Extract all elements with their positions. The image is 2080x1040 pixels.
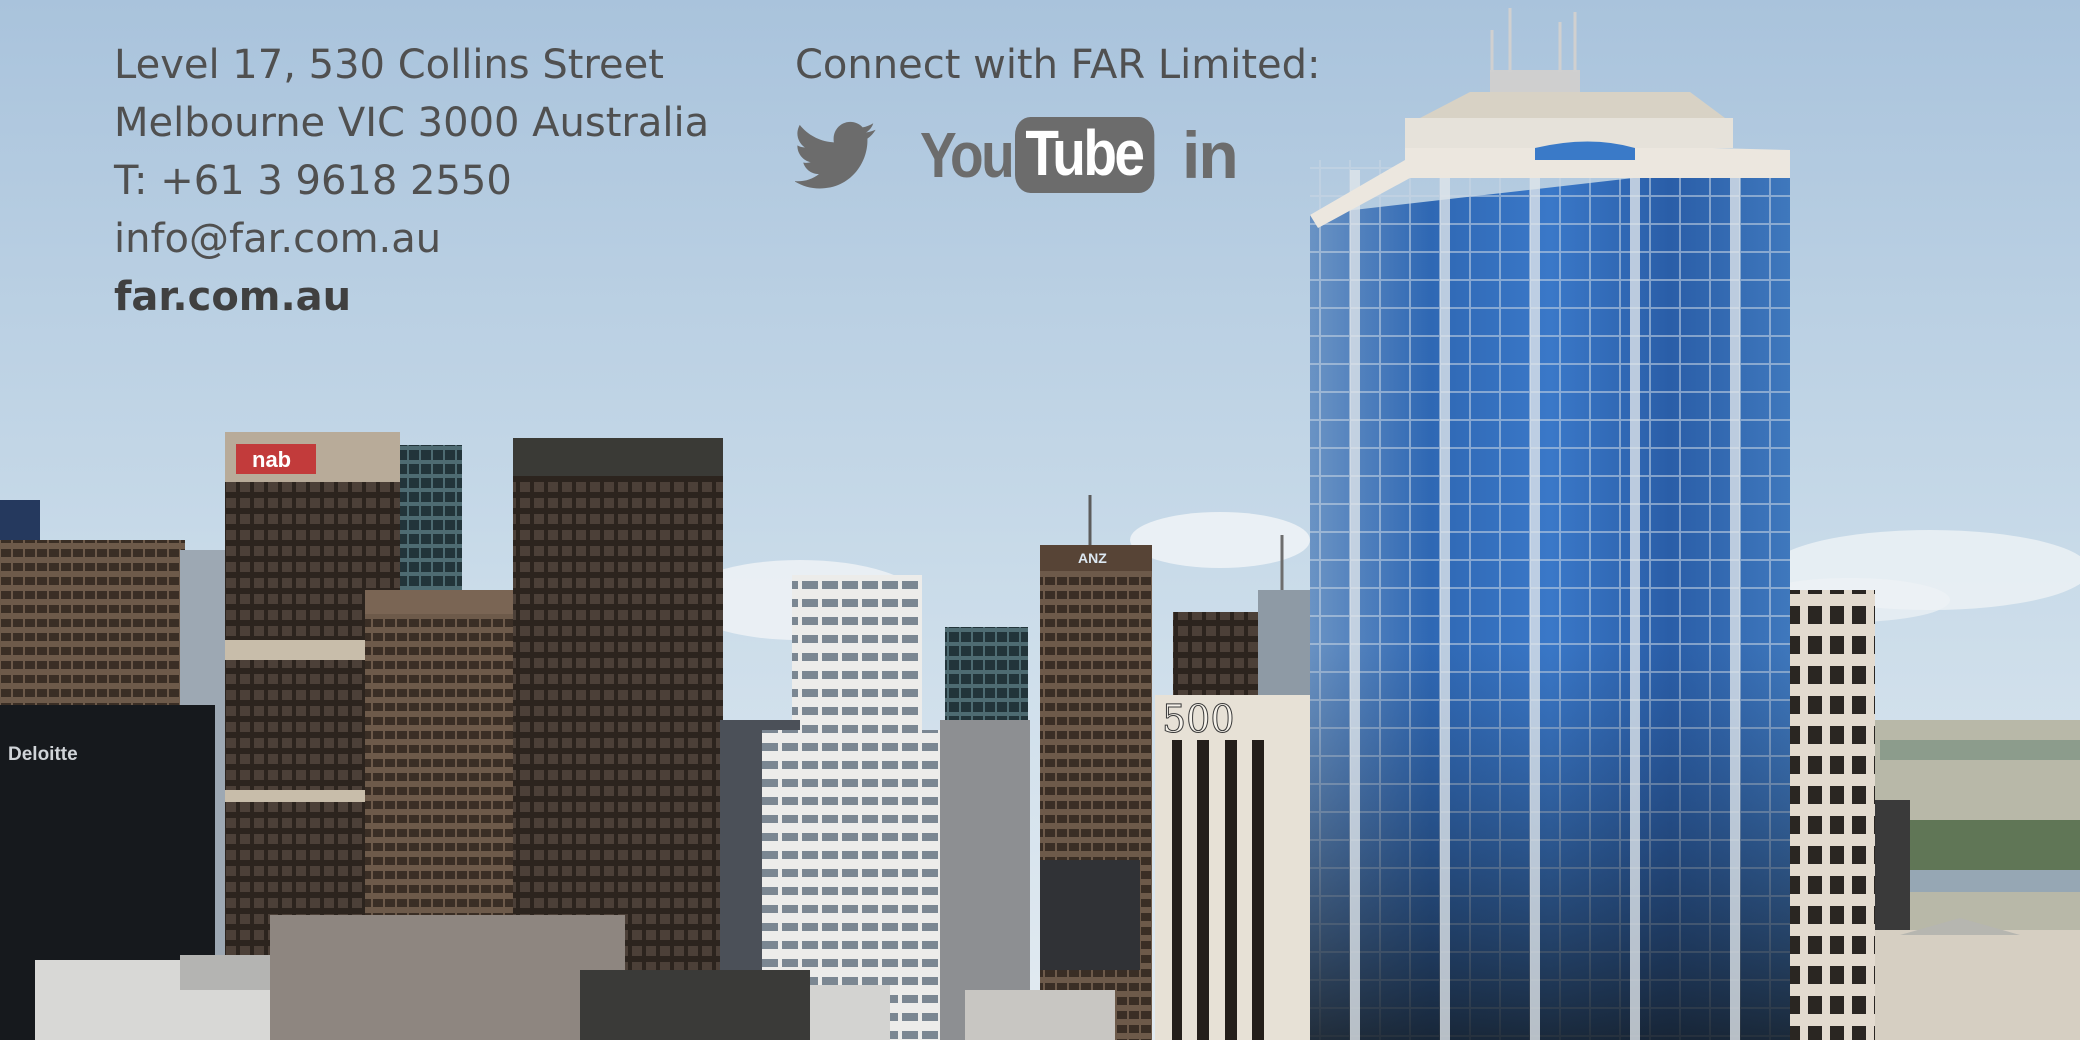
500-sign: 500	[1162, 697, 1235, 741]
address-line-1: Level 17, 530 Collins Street	[114, 42, 664, 88]
email-link[interactable]: info@far.com.au	[114, 210, 709, 268]
connect-heading: Connect with FAR Limited:	[795, 42, 1321, 88]
glass-tower	[1310, 8, 1790, 1040]
twitter-icon[interactable]	[795, 110, 877, 200]
phone-number: T: +61 3 9618 2550	[114, 158, 512, 204]
contact-block: Level 17, 530 Collins Street Melbourne V…	[114, 36, 709, 326]
youtube-you-text: You	[920, 119, 1015, 191]
anz-sign: ANZ	[1078, 550, 1107, 566]
youtube-tube-text: Tube	[1015, 117, 1155, 193]
address-line-2: Melbourne VIC 3000 Australia	[114, 100, 710, 146]
youtube-icon[interactable]: You Tube	[920, 110, 1177, 200]
nab-sign: nab	[252, 447, 291, 472]
deloitte-sign: Deloitte	[8, 744, 78, 765]
website-link[interactable]: far.com.au	[114, 268, 709, 326]
linkedin-icon[interactable]: in	[1182, 110, 1239, 200]
